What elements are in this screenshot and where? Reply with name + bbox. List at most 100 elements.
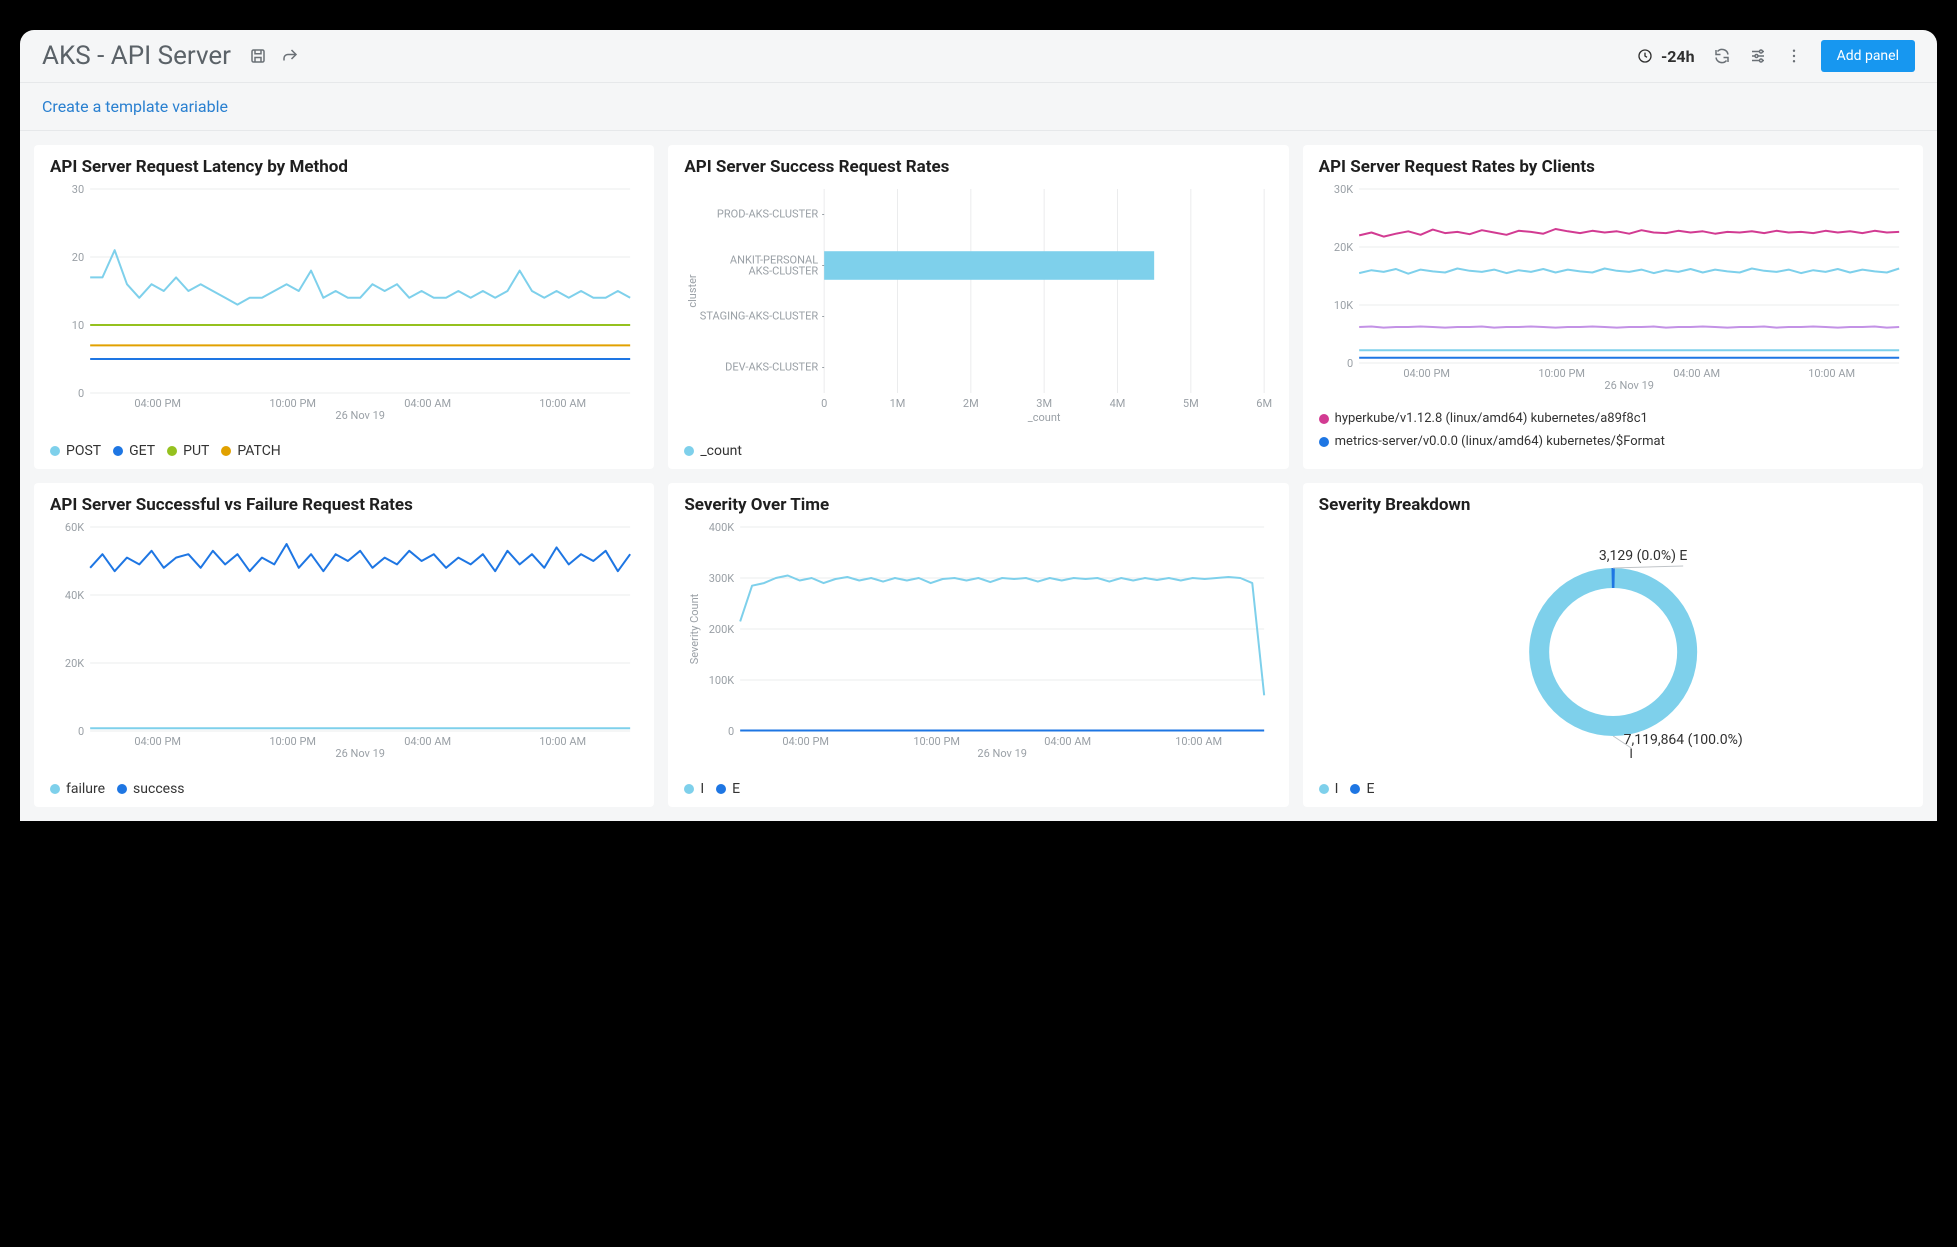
legend-label: hyperkube/v1.12.8 (linux/amd64) kubernet…	[1335, 411, 1648, 426]
svg-text:4M: 4M	[1110, 397, 1126, 410]
settings-icon[interactable]	[1749, 47, 1767, 65]
svg-text:60K: 60K	[65, 521, 84, 534]
more-icon[interactable]	[1785, 47, 1803, 65]
legend-item[interactable]: success	[117, 781, 184, 797]
legend-item[interactable]: _count	[684, 443, 742, 459]
svg-text:04:00 AM: 04:00 AM	[1673, 367, 1720, 380]
legend-swatch	[167, 446, 177, 456]
svg-text:04:00 PM: 04:00 PM	[134, 397, 181, 410]
legend-swatch	[716, 784, 726, 794]
panels-grid: API Server Request Latency by Method 010…	[20, 131, 1937, 821]
svg-text:20K: 20K	[1334, 241, 1353, 254]
chart-severity-breakdown: 3,129 (0.0%) E7,119,864 (100.0%)I	[1319, 521, 1907, 771]
svg-text:04:00 AM: 04:00 AM	[1045, 735, 1092, 748]
svg-text:0: 0	[78, 725, 84, 738]
legend-label: E	[1366, 781, 1374, 797]
svg-text:6M: 6M	[1257, 397, 1273, 410]
panel-severity-breakdown[interactable]: Severity Breakdown 3,129 (0.0%) E7,119,8…	[1303, 483, 1923, 807]
legend-item[interactable]: I	[1319, 781, 1339, 797]
panel-title: API Server Successful vs Failure Request…	[50, 495, 638, 515]
svg-text:AKS-CLUSTER: AKS-CLUSTER	[749, 265, 819, 278]
panel-title: API Server Request Rates by Clients	[1319, 157, 1907, 177]
time-range-label: -24h	[1661, 47, 1695, 66]
panel-severity-time[interactable]: Severity Over Time 0100K200K300K400K04:0…	[668, 483, 1288, 807]
svg-text:3M: 3M	[1037, 397, 1053, 410]
panel-rates-clients[interactable]: API Server Request Rates by Clients 0 10K…	[1303, 145, 1923, 469]
svg-text:10: 10	[72, 319, 84, 332]
svg-text:10:00 AM: 10:00 AM	[1176, 735, 1223, 748]
svg-text:10:00 AM: 10:00 AM	[539, 397, 586, 410]
svg-text:04:00 PM: 04:00 PM	[1403, 367, 1450, 380]
save-icon[interactable]	[249, 47, 267, 65]
topbar: AKS - API Server -24h	[20, 30, 1937, 82]
legend-severity-time: IE	[684, 781, 1272, 797]
svg-text:0: 0	[728, 725, 734, 738]
legend-rates-clients: hyperkube/v1.12.8 (linux/amd64) kubernet…	[1319, 411, 1907, 449]
svg-text:2M: 2M	[963, 397, 979, 410]
svg-text:0: 0	[821, 397, 827, 410]
legend-swatch	[684, 446, 694, 456]
legend-label: success	[133, 781, 184, 797]
svg-text:10K: 10K	[1334, 299, 1353, 312]
right-toolbar: -24h Add panel	[1637, 40, 1915, 72]
svg-text:STAGING-AKS-CLUSTER: STAGING-AKS-CLUSTER	[700, 310, 819, 323]
svg-text:1M: 1M	[890, 397, 906, 410]
add-panel-button[interactable]: Add panel	[1821, 40, 1915, 72]
svg-text:30: 30	[72, 183, 84, 196]
svg-text:26 Nov 19: 26 Nov 19	[978, 747, 1028, 760]
legend-label: E	[732, 781, 740, 797]
legend-swatch	[684, 784, 694, 794]
legend-item[interactable]: metrics-server/v0.0.0 (linux/amd64) kube…	[1319, 434, 1907, 449]
legend-item[interactable]: GET	[113, 443, 155, 459]
legend-success-rates: _count	[684, 443, 1272, 459]
svg-text:_count: _count	[1028, 411, 1061, 424]
svg-text:04:00 PM: 04:00 PM	[783, 735, 830, 748]
share-icon[interactable]	[281, 47, 299, 65]
refresh-icon[interactable]	[1713, 47, 1731, 65]
legend-success-failure: failure success	[50, 781, 638, 797]
create-template-variable-link[interactable]: Create a template variable	[42, 97, 228, 116]
svg-text:Severity Count: Severity Count	[688, 593, 701, 664]
svg-text:26 Nov 19: 26 Nov 19	[1604, 379, 1654, 392]
svg-text:200K: 200K	[709, 623, 735, 636]
time-range-picker[interactable]: -24h	[1637, 47, 1695, 66]
svg-text:10:00 AM: 10:00 AM	[539, 735, 586, 748]
svg-text:30K: 30K	[1334, 183, 1353, 196]
chart-severity-time: 0100K200K300K400K04:00 PM10:00 PM04:00 A…	[684, 521, 1272, 771]
svg-text:0: 0	[1347, 357, 1353, 370]
svg-text:10:00 PM: 10:00 PM	[1538, 367, 1585, 380]
legend-item[interactable]: I	[684, 781, 704, 797]
svg-text:PROD-AKS-CLUSTER: PROD-AKS-CLUSTER	[717, 208, 818, 221]
svg-text:7,119,864 (100.0%): 7,119,864 (100.0%)	[1623, 732, 1742, 748]
legend-item[interactable]: hyperkube/v1.12.8 (linux/amd64) kubernet…	[1319, 411, 1907, 426]
svg-text:04:00 AM: 04:00 AM	[404, 735, 451, 748]
svg-text:5M: 5M	[1183, 397, 1199, 410]
svg-text:3,129 (0.0%) E: 3,129 (0.0%) E	[1599, 548, 1688, 564]
chart-latency: 010203004:00 PM10:00 PM04:00 AM10:00 AM2…	[50, 183, 638, 433]
legend-item[interactable]: POST	[50, 443, 101, 459]
legend-item[interactable]: PATCH	[221, 443, 280, 459]
legend-item[interactable]: E	[1350, 781, 1374, 797]
svg-text:40K: 40K	[65, 589, 84, 602]
legend-label: I	[700, 781, 704, 797]
panel-success-failure[interactable]: API Server Successful vs Failure Request…	[34, 483, 654, 807]
svg-text:04:00 PM: 04:00 PM	[134, 735, 181, 748]
legend-label: PUT	[183, 443, 209, 459]
legend-item[interactable]: failure	[50, 781, 105, 797]
legend-item[interactable]: E	[716, 781, 740, 797]
clock-icon	[1637, 48, 1653, 64]
panel-latency[interactable]: API Server Request Latency by Method 010…	[34, 145, 654, 469]
chart-success-failure: 0 20K 40K 60K 04:00 PM 10:00 PM 04:00 AM 10:00 …	[50, 521, 638, 771]
legend-label: I	[1335, 781, 1339, 797]
template-variable-row: Create a template variable	[20, 82, 1937, 131]
legend-swatch	[117, 784, 127, 794]
svg-text:10:00 AM: 10:00 AM	[1808, 367, 1855, 380]
panel-title: API Server Success Request Rates	[684, 157, 1272, 177]
panel-success-rates[interactable]: API Server Success Request Rates 0 1M 2M 3M…	[668, 145, 1288, 469]
svg-text:20K: 20K	[65, 657, 84, 670]
svg-text:10:00 PM: 10:00 PM	[269, 735, 316, 748]
panel-title: Severity Over Time	[684, 495, 1272, 515]
legend-item[interactable]: PUT	[167, 443, 209, 459]
svg-text:26 Nov 19: 26 Nov 19	[335, 747, 385, 760]
svg-text:cluster: cluster	[686, 274, 699, 308]
